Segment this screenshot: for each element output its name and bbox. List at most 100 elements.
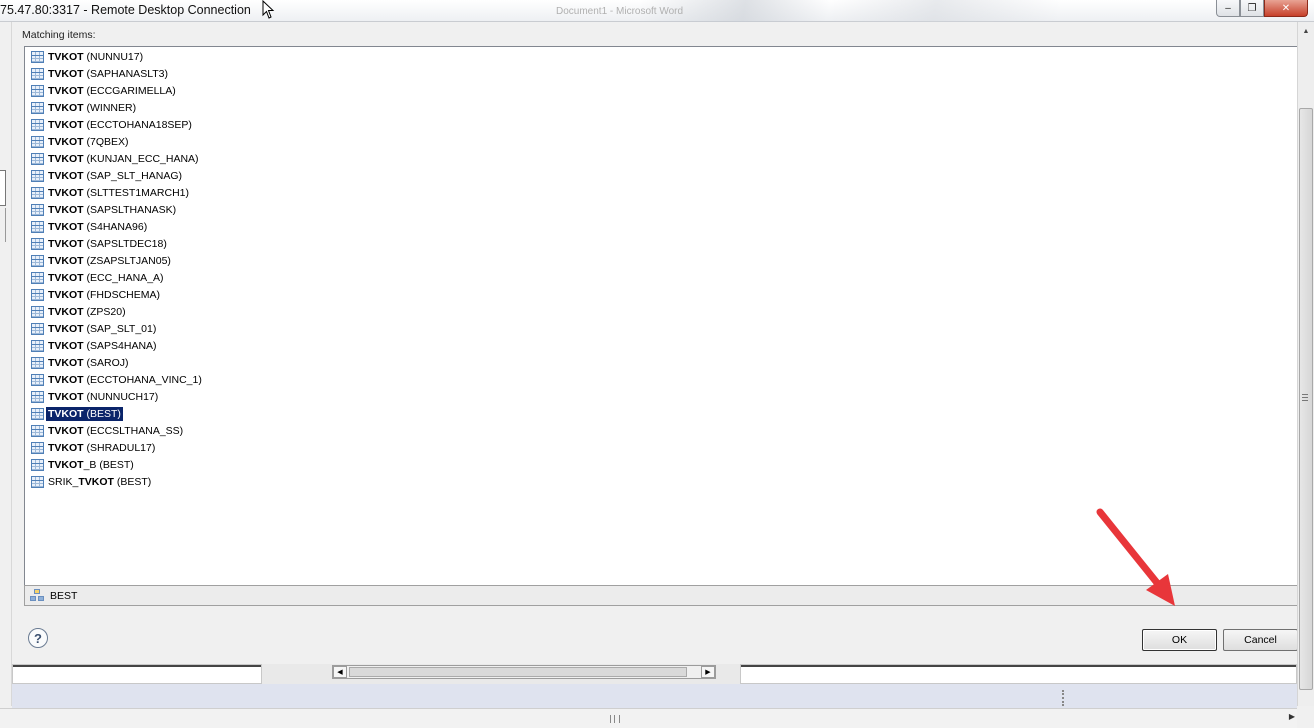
item-table-name: TVKOT [48,305,84,318]
list-item[interactable]: TVKOT (SHRADUL17) [31,439,157,456]
item-prefix: SRIK_ [48,475,79,488]
background-lower-band [12,684,1297,708]
schema-icon [30,588,45,603]
background-scroll-thumb[interactable] [349,667,687,677]
item-schema: (WINNER) [83,101,137,114]
item-schema: (SAP_SLT_01) [83,322,157,335]
list-item[interactable]: TVKOT (S4HANA96) [31,218,149,235]
table-icon [31,152,44,165]
window-title: 75.47.80:3317 - Remote Desktop Connectio… [0,3,251,17]
list-item[interactable]: SRIK_TVKOT (BEST) [31,473,153,490]
list-item[interactable]: TVKOT (SAPSLTDEC18) [31,235,169,252]
list-item-label: TVKOT (ZPS20) [46,305,128,319]
item-table-name: TVKOT [48,84,84,97]
item-table-name: TVKOT [48,441,84,454]
table-icon [31,271,44,284]
scroll-left-arrow-icon[interactable]: ◀ [333,666,347,678]
list-item[interactable]: TVKOT (ECCTOHANA_VINC_1) [31,371,204,388]
list-item-label: TVKOT (ZSAPSLTJAN05) [46,254,173,268]
table-icon [31,339,44,352]
cancel-button[interactable]: Cancel [1223,629,1298,651]
background-panel-edge [0,170,6,206]
scroll-right-arrow-icon[interactable]: ▶ [1289,712,1295,721]
background-panel-edge-lower [0,208,6,242]
list-item-label: TVKOT (SHRADUL17) [46,441,157,455]
splitter-handle-icon[interactable] [1062,690,1064,706]
list-item[interactable]: TVKOT (ECCGARIMELLA) [31,82,178,99]
table-icon [31,101,44,114]
list-item-label: TVKOT (SAROJ) [46,356,131,370]
table-icon [31,84,44,97]
table-icon [31,50,44,63]
table-icon [31,254,44,267]
list-item[interactable]: TVKOT (NUNNUCH17) [31,388,160,405]
table-icon [31,237,44,250]
list-item[interactable]: TVKOT (SAROJ) [31,354,131,371]
table-icon [31,203,44,216]
item-table-name: TVKOT [48,254,84,267]
horizontal-scrollbar[interactable]: ▶ [0,708,1297,728]
background-horizontal-scrollbar[interactable]: ◀ ▶ [332,665,716,679]
select-table-dialog: Matching items: TVKOT (NUNNU17) TVKOT (SA… [12,22,1298,664]
list-item[interactable]: TVKOT (ZSAPSLTJAN05) [31,252,173,269]
item-table-name: TVKOT [48,220,84,233]
item-table-name: TVKOT [48,152,84,165]
scroll-up-arrow-icon[interactable]: ▲ [1298,24,1314,38]
table-icon [31,220,44,233]
restore-button[interactable]: ❐ [1240,0,1264,17]
list-item[interactable]: TVKOT (ECC_HANA_A) [31,269,166,286]
list-item[interactable]: TVKOT (ECCSLTHANA_SS) [31,422,185,439]
help-icon[interactable]: ? [28,628,48,648]
table-icon [31,322,44,335]
matching-items-list[interactable]: TVKOT (NUNNU17) TVKOT (SAPHANASLT3) TVKOT … [24,46,1298,602]
item-schema: (FHDSCHEMA) [83,288,161,301]
item-table-name: TVKOT [48,169,84,182]
item-schema: (SAROJ) [83,356,129,369]
item-schema: _B (BEST) [83,458,134,471]
table-icon [31,135,44,148]
item-table-name: TVKOT [48,67,84,80]
close-button[interactable]: ✕ [1264,0,1308,17]
list-item-label: TVKOT (SAPS4HANA) [46,339,159,353]
list-item-label: TVKOT (ECC_HANA_A) [46,271,166,285]
scroll-right-arrow-icon[interactable]: ▶ [701,666,715,678]
vertical-scrollbar[interactable]: ▲ [1297,22,1314,706]
list-item-label: TVKOT_B (BEST) [46,458,136,472]
list-item[interactable]: TVKOT (FHDSCHEMA) [31,286,162,303]
table-icon [31,424,44,437]
list-item[interactable]: TVKOT (SAPHANASLT3) [31,65,170,82]
selected-schema-label: BEST [50,589,78,602]
table-icon [31,390,44,403]
list-item[interactable]: TVKOT (SAP_SLT_HANAG) [31,167,184,184]
list-item[interactable]: TVKOT (SAPSLTHANASK) [31,201,178,218]
ok-button[interactable]: OK [1142,629,1217,651]
list-item-label: TVKOT (NUNNU17) [46,50,145,64]
item-schema: (KUNJAN_ECC_HANA) [83,152,199,165]
item-schema: (BEST) [113,475,152,488]
list-item[interactable]: TVKOT (WINNER) [31,99,138,116]
list-item[interactable]: TVKOT (BEST) [31,405,123,422]
list-item[interactable]: TVKOT (SAP_SLT_01) [31,320,158,337]
list-item[interactable]: TVKOT (SAPS4HANA) [31,337,159,354]
item-schema: (ZPS20) [83,305,126,318]
list-item-label: TVKOT (SAP_SLT_HANAG) [46,169,184,183]
list-item-label: TVKOT (SAPHANASLT3) [46,67,170,81]
list-item[interactable]: TVKOT_B (BEST) [31,456,136,473]
list-item-label: TVKOT (ECCTOHANA_VINC_1) [46,373,204,387]
item-table-name: TVKOT [78,475,114,488]
item-table-name: TVKOT [48,322,84,335]
list-item[interactable]: TVKOT (7QBEX) [31,133,131,150]
list-item[interactable]: TVKOT (SLTTEST1MARCH1) [31,184,191,201]
list-item[interactable]: TVKOT (ECCTOHANA18SEP) [31,116,194,133]
minimize-button[interactable]: – [1216,0,1240,17]
list-item[interactable]: TVKOT (NUNNU17) [31,48,145,65]
list-item-label: TVKOT (7QBEX) [46,135,131,149]
item-table-name: TVKOT [48,203,84,216]
list-item-label: TVKOT (ECCTOHANA18SEP) [46,118,194,132]
item-schema: (SAPHANASLT3) [83,67,169,80]
list-item[interactable]: TVKOT (KUNJAN_ECC_HANA) [31,150,201,167]
list-item-label: TVKOT (ECCSLTHANA_SS) [46,424,185,438]
item-schema: (ZSAPSLTJAN05) [83,254,171,267]
background-pane-left [12,664,262,684]
list-item[interactable]: TVKOT (ZPS20) [31,303,128,320]
